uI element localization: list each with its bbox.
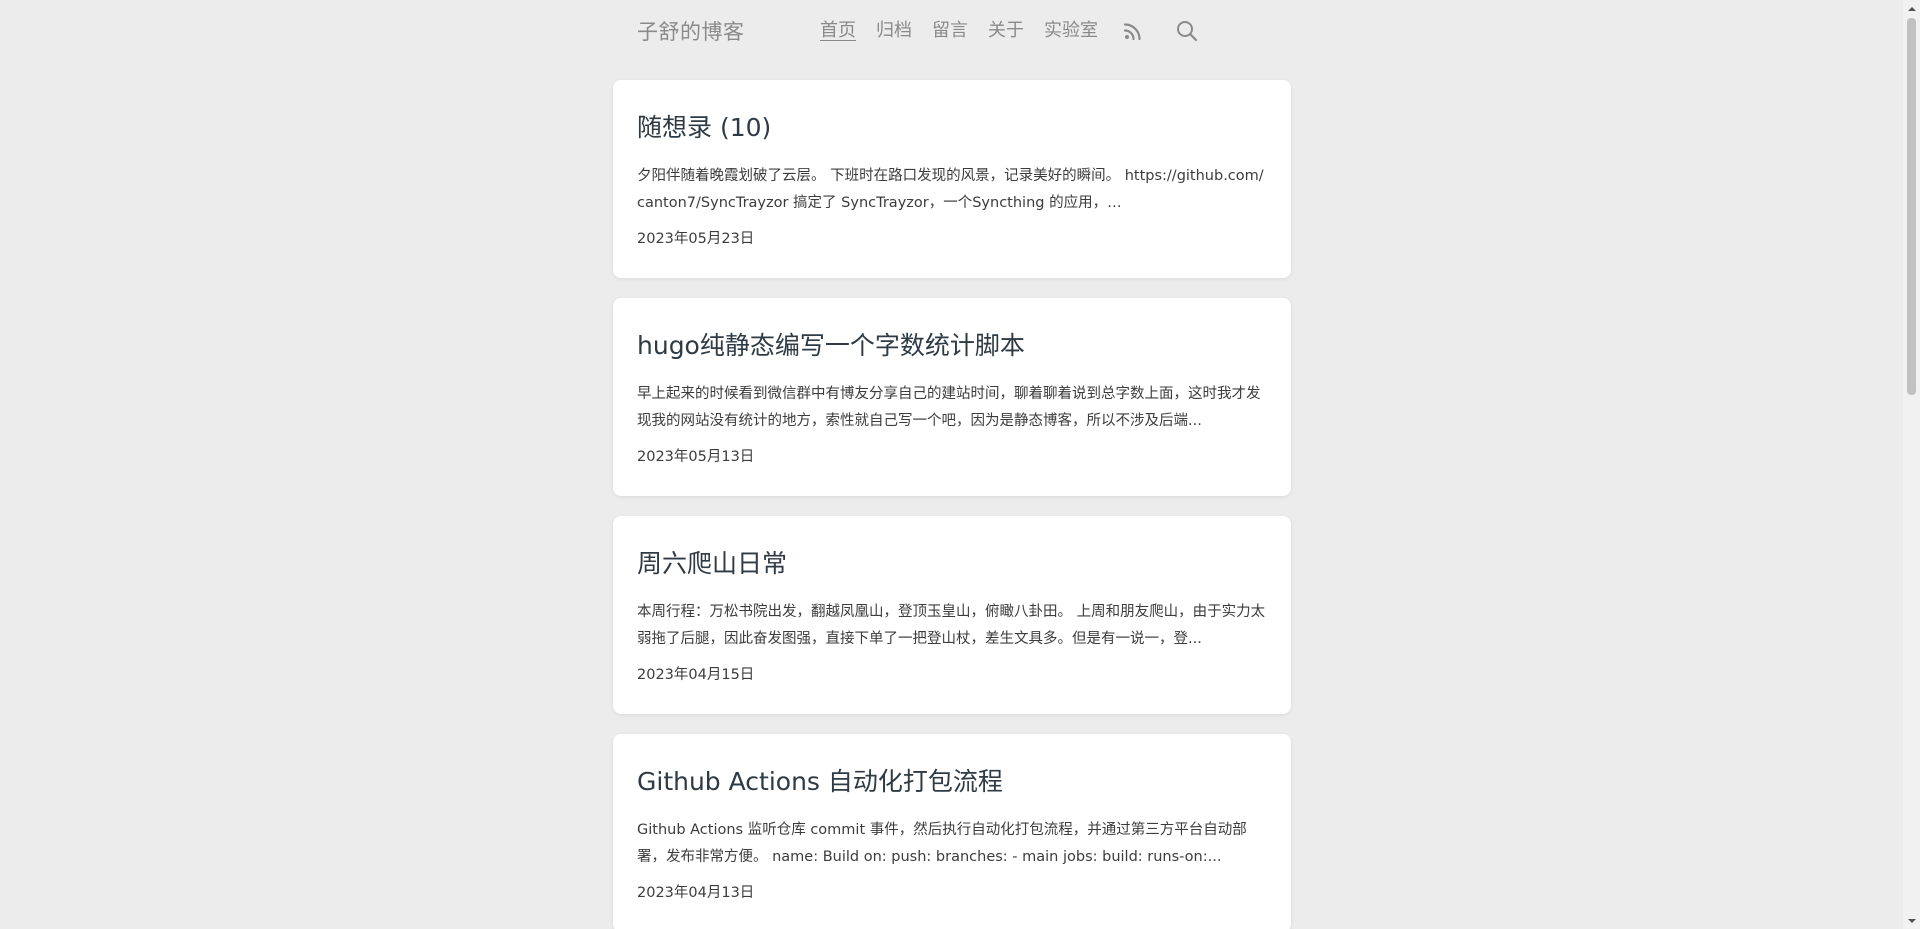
vertical-scrollbar[interactable] bbox=[1903, 0, 1920, 929]
post-summary: 本周行程：万松书院出发，翻越凤凰山，登顶玉皇山，俯瞰八卦田。 上周和朋友爬山，由… bbox=[637, 604, 1266, 647]
post-date: 2023年04月13日 bbox=[637, 885, 755, 901]
post-title[interactable]: 周六爬山日常 bbox=[637, 540, 1267, 581]
site-header: 子舒的博客 首页 归档 留言 关于 实验室 bbox=[613, 0, 1291, 62]
main-nav: 首页 归档 留言 关于 实验室 bbox=[820, 16, 1226, 46]
scroll-up-arrow-icon[interactable] bbox=[1903, 0, 1920, 17]
post-date: 2023年05月23日 bbox=[637, 231, 755, 247]
nav-item-lab[interactable]: 实验室 bbox=[1044, 16, 1098, 46]
post-summary: 夕阳伴随着晚霞划破了云层。 下班时在路口发现的风景，记录美好的瞬间。 https… bbox=[637, 168, 1264, 211]
post-list: 随想录 (10) 夕阳伴随着晚霞划破了云层。 下班时在路口发现的风景，记录美好的… bbox=[613, 80, 1291, 929]
rss-icon[interactable] bbox=[1118, 16, 1148, 46]
nav-item-guestbook[interactable]: 留言 bbox=[932, 16, 968, 46]
post-card[interactable]: 随想录 (10) 夕阳伴随着晚霞划破了云层。 下班时在路口发现的风景，记录美好的… bbox=[613, 80, 1291, 278]
post-summary: Github Actions 监听仓库 commit 事件，然后执行自动化打包流… bbox=[637, 822, 1247, 865]
scroll-down-arrow-icon[interactable] bbox=[1903, 912, 1920, 929]
post-card[interactable]: 周六爬山日常 本周行程：万松书院出发，翻越凤凰山，登顶玉皇山，俯瞰八卦田。 上周… bbox=[613, 516, 1291, 714]
post-summary: 早上起来的时候看到微信群中有博友分享自己的建站时间，聊着聊着说到总字数上面，这时… bbox=[637, 386, 1261, 429]
post-date: 2023年04月15日 bbox=[637, 667, 755, 683]
page: 子舒的博客 首页 归档 留言 关于 实验室 随想录 (10) 夕阳伴随着晚霞划破… bbox=[0, 0, 1920, 929]
post-title[interactable]: hugo纯静态编写一个字数统计脚本 bbox=[637, 322, 1267, 363]
nav-item-about[interactable]: 关于 bbox=[988, 16, 1024, 46]
post-card[interactable]: hugo纯静态编写一个字数统计脚本 早上起来的时候看到微信群中有博友分享自己的建… bbox=[613, 298, 1291, 496]
scrollbar-thumb[interactable] bbox=[1907, 18, 1916, 395]
site-title[interactable]: 子舒的博客 bbox=[637, 16, 745, 46]
post-title[interactable]: Github Actions 自动化打包流程 bbox=[637, 758, 1267, 799]
post-date: 2023年05月13日 bbox=[637, 449, 755, 465]
post-title[interactable]: 随想录 (10) bbox=[637, 104, 1267, 145]
post-card[interactable]: Github Actions 自动化打包流程 Github Actions 监听… bbox=[613, 734, 1291, 929]
nav-item-archive[interactable]: 归档 bbox=[876, 16, 912, 46]
search-icon[interactable] bbox=[1172, 16, 1202, 46]
nav-item-home[interactable]: 首页 bbox=[820, 16, 856, 46]
